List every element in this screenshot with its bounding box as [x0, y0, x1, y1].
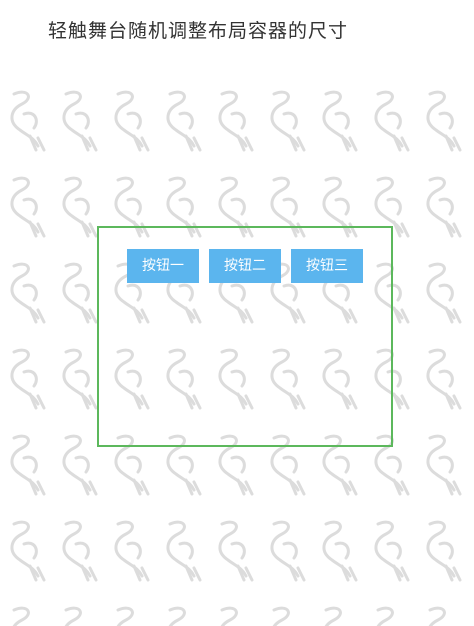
button-two[interactable]: 按钮二: [209, 249, 281, 283]
button-one[interactable]: 按钮一: [127, 249, 199, 283]
page-title: 轻触舞台随机调整布局容器的尺寸: [48, 20, 349, 42]
button-three[interactable]: 按钮三: [291, 249, 363, 283]
layout-container[interactable]: 按钮一 按钮二 按钮三: [97, 226, 393, 447]
